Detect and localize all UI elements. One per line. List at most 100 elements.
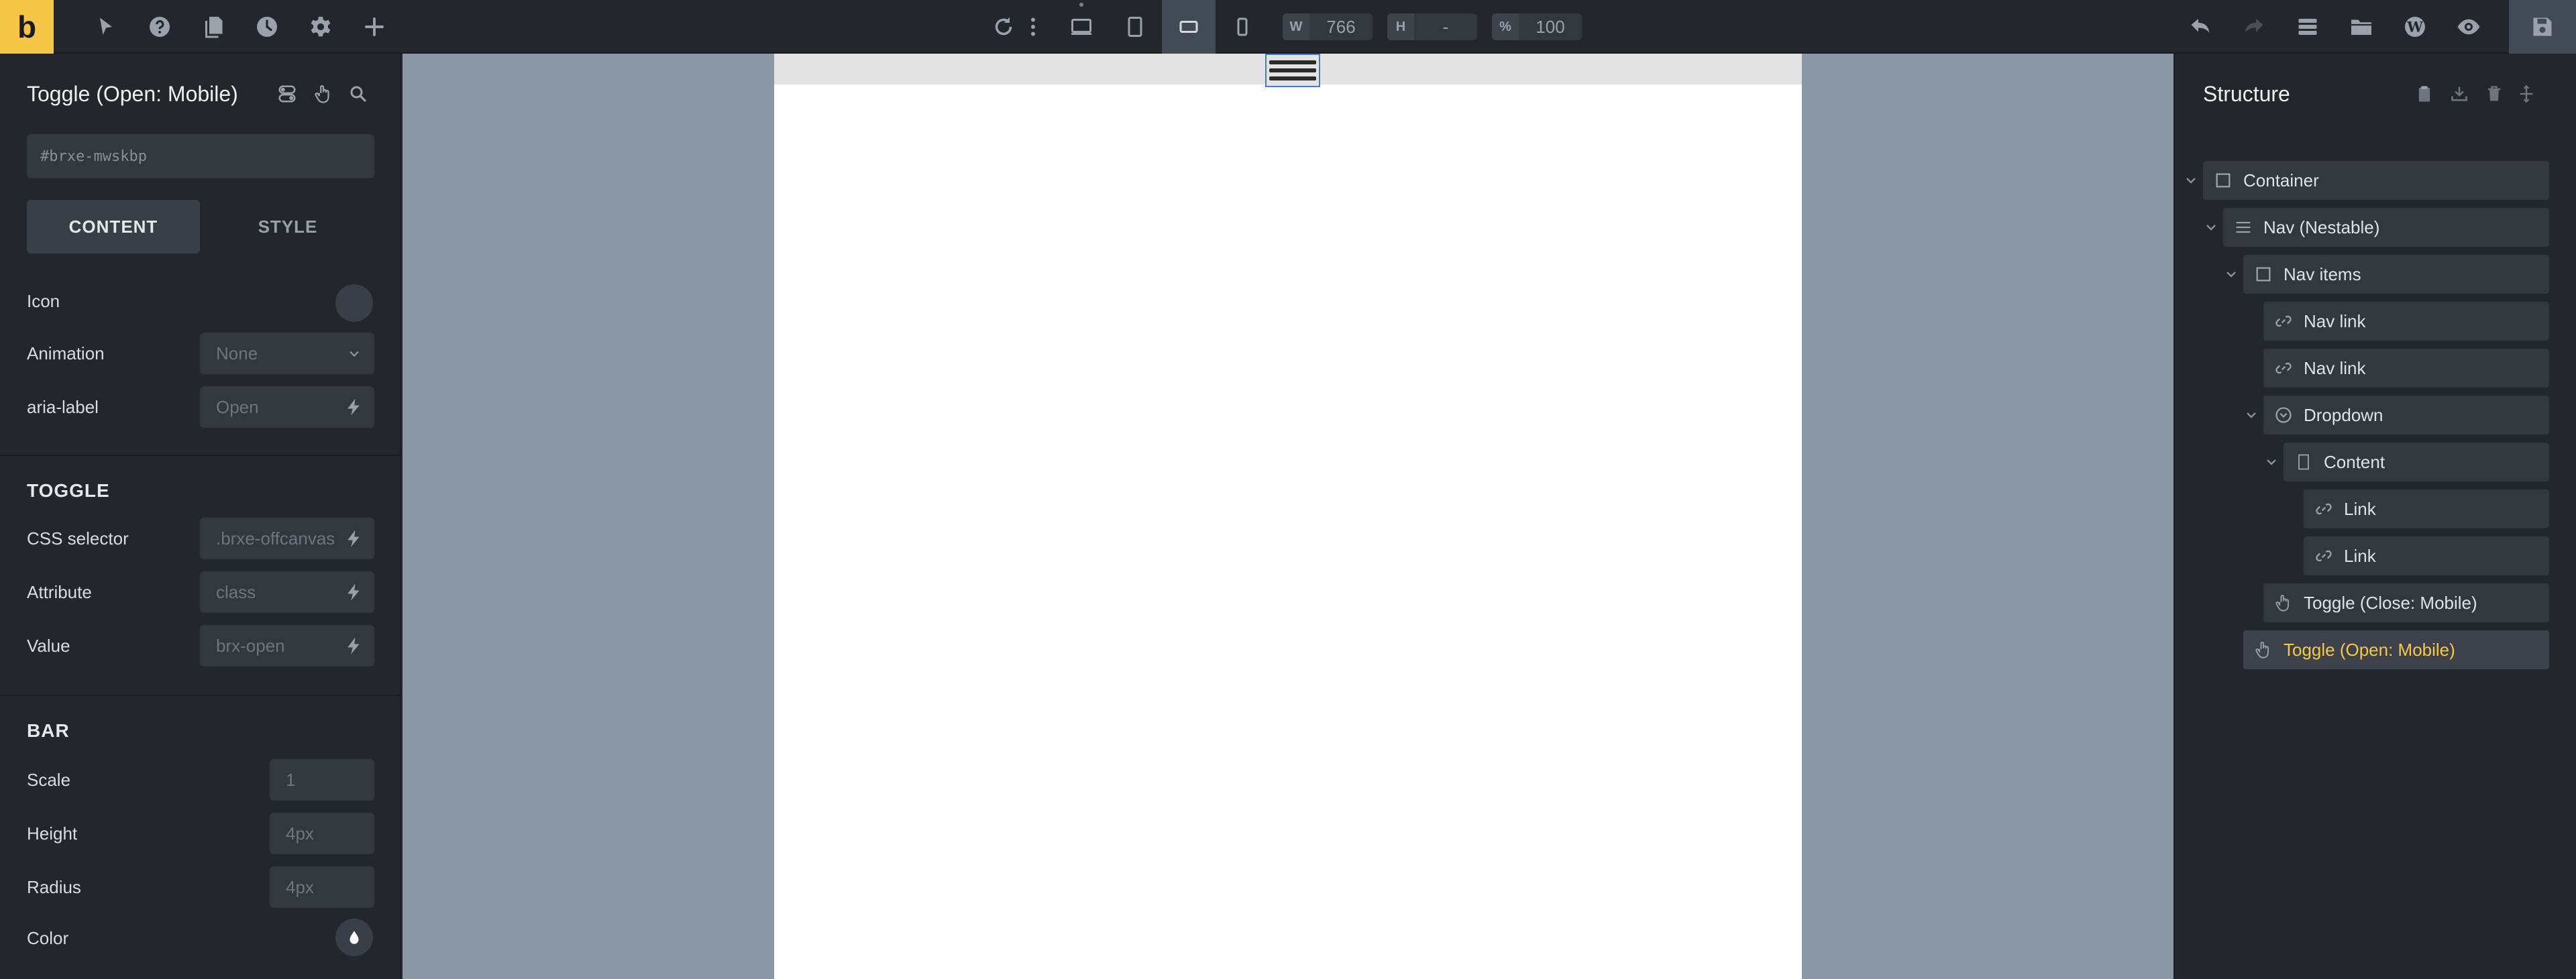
width-label: W	[1283, 13, 1309, 40]
more-options-button[interactable]	[1020, 0, 1046, 54]
expand-icon	[2520, 84, 2533, 103]
add-element-button[interactable]	[347, 0, 401, 54]
cursor-icon	[100, 17, 112, 35]
icon-picker-button[interactable]	[335, 284, 373, 322]
canvas-height-field[interactable]: H -	[1387, 13, 1477, 40]
width-value[interactable]: 766	[1309, 17, 1373, 38]
height-input[interactable]: 4px	[270, 813, 374, 854]
chevron-down-icon[interactable]	[2203, 219, 2219, 235]
color-drop-icon	[350, 931, 359, 944]
expand-collapse-button[interactable]	[2513, 80, 2540, 107]
wordpress-button[interactable]: W	[2388, 0, 2442, 54]
search-settings-button[interactable]	[345, 80, 372, 107]
chevron-down-icon[interactable]	[2243, 407, 2259, 423]
zoom-value[interactable]: 100	[1519, 17, 1582, 38]
save-button[interactable]	[2509, 0, 2576, 54]
dynamic-data-icon[interactable]	[343, 582, 364, 602]
preview-button[interactable]	[2442, 0, 2496, 54]
redo-button[interactable]	[2227, 0, 2281, 54]
structure-item[interactable]: Nav (Nestable)	[2223, 208, 2549, 247]
aria-label-input[interactable]: Open	[200, 386, 374, 428]
chevron-down-icon[interactable]	[2223, 266, 2239, 282]
structure-item[interactable]: Nav items	[2243, 255, 2549, 294]
export-button[interactable]	[2446, 80, 2473, 107]
undo-button[interactable]	[2174, 0, 2227, 54]
structure-item[interactable]: Toggle (Open: Mobile)	[2243, 630, 2549, 669]
desktop-icon	[1071, 19, 1091, 35]
class-manager-button[interactable]	[274, 80, 301, 107]
height-value[interactable]: -	[1414, 17, 1477, 38]
pages-icon	[205, 17, 223, 38]
structure-item-label: Content	[2324, 451, 2385, 472]
css-id-input[interactable]: #brxe-mwskbp	[27, 134, 374, 178]
link-icon	[2263, 302, 2304, 341]
hand-icon	[2263, 583, 2304, 622]
scale-input[interactable]: 1	[270, 759, 374, 801]
icon-label: Icon	[27, 291, 60, 311]
radius-input[interactable]: 4px	[270, 866, 374, 908]
select-element-button[interactable]	[79, 0, 133, 54]
scale-label: Scale	[27, 770, 71, 790]
structure-item[interactable]: Link	[2304, 536, 2549, 575]
height-label: Height	[27, 823, 78, 844]
structure-item-label: Dropdown	[2304, 404, 2383, 425]
link-icon	[2263, 349, 2304, 388]
delete-button[interactable]	[2481, 80, 2508, 107]
breakpoint-mobile-portrait-button[interactable]	[1216, 0, 1269, 54]
structure-item[interactable]: Container	[2203, 161, 2549, 200]
dynamic-data-icon[interactable]	[343, 397, 364, 417]
structure-item[interactable]: Nav link	[2263, 302, 2549, 341]
breakpoint-desktop-button[interactable]	[1055, 0, 1108, 54]
breakpoint-mobile-landscape-button[interactable]	[1162, 0, 1216, 54]
preview-icon	[2457, 19, 2480, 35]
breakpoint-tablet-button[interactable]	[1108, 0, 1162, 54]
color-picker-button[interactable]	[335, 919, 373, 956]
structure-item[interactable]: Nav link	[2263, 349, 2549, 388]
zoom-label: %	[1492, 13, 1519, 40]
history-icon	[257, 17, 277, 37]
divider	[0, 695, 400, 696]
redo-icon	[2245, 19, 2263, 33]
aria-label-value: Open	[216, 396, 259, 417]
structure-item-label: Link	[2344, 498, 2376, 519]
structure-panel: Structure Container Nav (Nestable) Nav ite…	[2174, 54, 2576, 979]
dynamic-data-icon[interactable]	[343, 528, 364, 549]
copy-button[interactable]	[2411, 80, 2438, 107]
tab-style[interactable]: STYLE	[201, 200, 374, 253]
refresh-icon	[995, 17, 1012, 36]
structure-toggle-button[interactable]	[2281, 0, 2334, 54]
structure-item[interactable]: Toggle (Close: Mobile)	[2263, 583, 2549, 622]
structure-item[interactable]: Link	[2304, 490, 2549, 528]
interactions-button[interactable]	[310, 80, 337, 107]
structure-item[interactable]: Dropdown	[2263, 396, 2549, 435]
search-icon	[350, 86, 366, 102]
height-value: 4px	[286, 823, 314, 844]
preview-frame	[774, 54, 1802, 979]
dynamic-data-icon[interactable]	[343, 636, 364, 656]
block-icon	[2284, 443, 2324, 481]
animation-select[interactable]: None	[200, 333, 374, 374]
pages-button[interactable]	[186, 0, 240, 54]
attribute-input[interactable]: class	[200, 571, 374, 613]
chevron-down-icon[interactable]	[2183, 172, 2199, 188]
toggle-switch-icon	[278, 85, 296, 103]
structure-item[interactable]: Content	[2284, 443, 2549, 481]
structure-item-label: Container	[2243, 170, 2319, 190]
dropdown-icon	[2263, 396, 2304, 435]
chevron-down-icon[interactable]	[2263, 454, 2279, 470]
structure-title: Structure	[2203, 82, 2290, 106]
history-button[interactable]	[240, 0, 294, 54]
css-selector-input[interactable]: .brxe-offcanvas	[200, 518, 374, 559]
toggle-section-heading: TOGGLE	[27, 480, 110, 501]
wordpress-icon: W	[2405, 17, 2425, 37]
hand-icon	[2243, 630, 2284, 669]
canvas-width-field[interactable]: W 766	[1283, 13, 1373, 40]
bricks-logo[interactable]: b	[0, 0, 54, 54]
toggle-open-hamburger[interactable]	[1265, 54, 1320, 87]
tab-content[interactable]: CONTENT	[27, 200, 200, 253]
templates-button[interactable]	[2334, 0, 2388, 54]
settings-button[interactable]	[294, 0, 347, 54]
help-button[interactable]	[133, 0, 186, 54]
value-input[interactable]: brx-open	[200, 625, 374, 667]
canvas-zoom-field[interactable]: % 100	[1492, 13, 1582, 40]
